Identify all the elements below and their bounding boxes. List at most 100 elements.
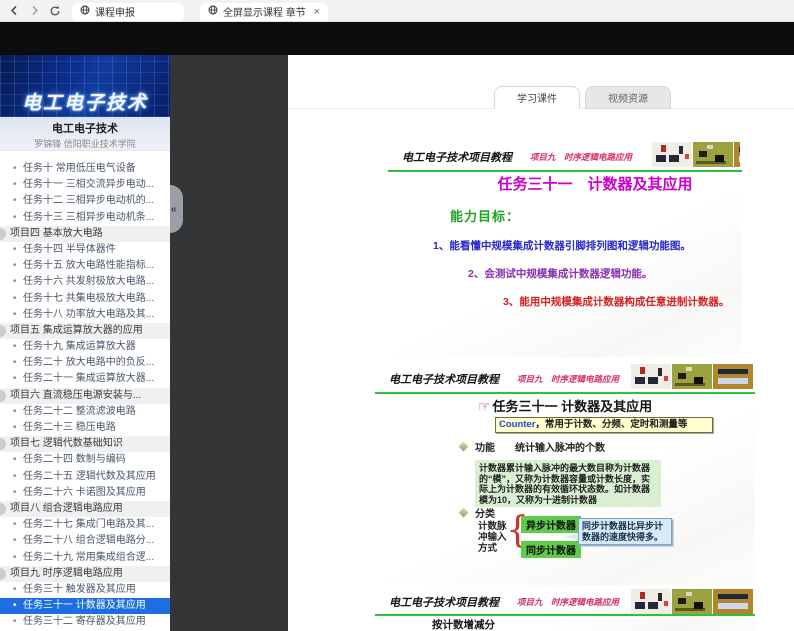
slide-header: 电工电子技术项目教程 项目九 时序逻辑电路应用 bbox=[375, 588, 755, 614]
course-title: 电工电子技术 bbox=[0, 117, 170, 136]
browser-nav-buttons bbox=[0, 5, 70, 17]
modulus-note-box: 计数器累计输入脉冲的最大数目称为计数器的“模”，又称为计数器容量或计数长度，实际… bbox=[475, 460, 661, 507]
slide-3: 电工电子技术项目教程 项目九 时序逻辑电路应用 按计数增减分 bbox=[375, 588, 755, 631]
circuit-diagram-photo bbox=[652, 142, 692, 167]
slide-title-text: 任务三十一 计数器及其应用 bbox=[492, 399, 652, 414]
sidebar-item[interactable]: 任务三十 触发器及其应用 bbox=[0, 582, 170, 598]
sidebar-item[interactable]: 任务十六 共发射极放大电路... bbox=[0, 274, 170, 290]
slide-1: 电工电子技术项目教程 项目九 时序逻辑电路应用 任务三十一 计数器及其应用 能力… bbox=[388, 140, 742, 357]
slide-brand: 电工电子技术项目教程 bbox=[389, 371, 499, 387]
tab-courseware[interactable]: 学习课件 bbox=[494, 86, 580, 109]
slide-title: ☞任务三十一 计数器及其应用 bbox=[375, 396, 755, 415]
sidebar-item[interactable]: 任务二十 放大电路中的负反... bbox=[0, 355, 170, 371]
sidebar-section[interactable]: 项目八 组合逻辑电路应用 bbox=[0, 501, 170, 517]
callout-tail bbox=[565, 533, 579, 540]
sidebar-item[interactable]: 任务二十九 常用集成组合逻... bbox=[0, 550, 170, 566]
reload-icon[interactable] bbox=[49, 5, 61, 17]
diamond-bullet-icon bbox=[459, 442, 469, 452]
slide-title: 任务三十一 计数器及其应用 bbox=[388, 173, 742, 194]
tab-video-resources[interactable]: 视频资源 bbox=[585, 86, 671, 109]
pointer-hand-icon: ☞ bbox=[478, 398, 491, 414]
sidebar-item[interactable]: 任务二十一 集成运算放大器... bbox=[0, 371, 170, 387]
slide-note: 按计数增减分 bbox=[432, 617, 495, 631]
sidebar-item[interactable]: 任务十八 功率放大电路及其... bbox=[0, 307, 170, 323]
sidebar-item[interactable]: 任务十 常用低压电气设备 bbox=[0, 161, 170, 177]
panel-photo bbox=[713, 589, 753, 614]
slide-unit: 项目九 时序逻辑电路应用 bbox=[517, 373, 619, 385]
sidebar-item[interactable]: 任务二十四 数制与编码 bbox=[0, 452, 170, 468]
top-black-strip bbox=[0, 22, 794, 55]
forward-icon[interactable] bbox=[29, 5, 40, 16]
course-info-block: 电工电子技术 罗锦锋 信阳职业技术学院 bbox=[0, 117, 170, 151]
close-icon[interactable]: × bbox=[314, 6, 320, 18]
slide-unit: 项目九 时序逻辑电路应用 bbox=[530, 151, 632, 163]
sidebar-item-active[interactable]: 任务三十一 计数器及其应用 bbox=[0, 598, 170, 614]
counter-type-async: 异步计数器 bbox=[521, 516, 581, 533]
sidebar-item[interactable]: 任务十九 集成运算放大器 bbox=[0, 339, 170, 355]
counter-rest: ，常用于计数、分频、定时和测量等 bbox=[535, 419, 687, 430]
slide-photos bbox=[652, 142, 740, 167]
classification-label: 分类 bbox=[475, 505, 495, 520]
slide-photos bbox=[631, 589, 753, 614]
brace-label: 计数脉冲输入方式 bbox=[478, 521, 509, 554]
goal-item: 2、会测试中规模集成计数器逻辑功能。 bbox=[468, 266, 652, 281]
counter-type-sync: 同步计数器 bbox=[521, 541, 581, 558]
sidebar-item[interactable]: 任务十四 半导体器件 bbox=[0, 242, 170, 258]
pcb-photo bbox=[672, 589, 712, 614]
banner-title: 电工电子技术 bbox=[0, 88, 170, 115]
slide-header: 电工电子技术项目教程 项目九 时序逻辑电路应用 bbox=[388, 140, 742, 170]
browser-tab-fullscreen-course[interactable]: 全屏显示课程 章节 × bbox=[200, 3, 328, 21]
green-rule bbox=[375, 614, 755, 616]
slide-2: 电工电子技术项目教程 项目九 时序逻辑电路应用 ☞任务三十一 计数器及其应用 C… bbox=[375, 362, 755, 585]
callout-box: 同步计数器比异步计数器的速度快得多。 bbox=[578, 518, 672, 545]
course-sidebar: 电工电子技术 电工电子技术 罗锦锋 信阳职业技术学院 任务十 常用低压电气设备 … bbox=[0, 55, 170, 631]
slide-header: 电工电子技术项目教程 项目九 时序逻辑电路应用 bbox=[375, 362, 755, 392]
sidebar-section[interactable]: 项目七 逻辑代数基础知识 bbox=[0, 436, 170, 452]
content-tabs: 学习课件 视频资源 bbox=[494, 86, 671, 109]
sidebar-section[interactable]: 项目四 基本放大电路 bbox=[0, 226, 170, 242]
browser-tab-bar: 课程申报 全屏显示课程 章节 × bbox=[0, 0, 794, 22]
sidebar-section[interactable]: 项目六 直流稳压电源安装与... bbox=[0, 388, 170, 404]
slide-brand: 电工电子技术项目教程 bbox=[402, 149, 512, 165]
pcb-photo bbox=[672, 364, 712, 389]
sidebar-item[interactable]: 任务二十七 集成门电路及其... bbox=[0, 517, 170, 533]
function-text: 统计输入脉冲的个数 bbox=[515, 439, 605, 454]
function-label: 功能 bbox=[475, 439, 495, 454]
course-banner: 电工电子技术 bbox=[0, 55, 170, 117]
circuit-diagram-photo bbox=[631, 364, 671, 389]
slide-photos bbox=[631, 364, 753, 389]
sidebar-item[interactable]: 任务十五 放大电路性能指标... bbox=[0, 258, 170, 274]
sidebar-collapse-button[interactable]: « bbox=[170, 185, 183, 233]
counter-en: Counter bbox=[499, 419, 535, 430]
main-panel: 学习课件 视频资源 电工电子技术项目教程 项目九 时序逻辑电路应用 任务三十一 … bbox=[288, 55, 794, 631]
sidebar-item[interactable]: 任务十三 三相异步电动机条... bbox=[0, 210, 170, 226]
browser-tab-label: 课程申报 bbox=[95, 4, 135, 19]
sidebar-section[interactable]: 项目五 集成运算放大器的应用 bbox=[0, 323, 170, 339]
slide-unit: 项目九 时序逻辑电路应用 bbox=[517, 596, 619, 608]
classification-row: 分类 bbox=[460, 505, 495, 520]
green-rule bbox=[375, 392, 755, 394]
sidebar-item[interactable]: 任务二十八 组合逻辑电路分... bbox=[0, 533, 170, 549]
counter-note-box: Counter，常用于计数、分频、定时和测量等 bbox=[495, 417, 713, 433]
browser-tab-course-declare[interactable]: 课程申报 bbox=[72, 3, 184, 21]
green-rule bbox=[388, 170, 742, 172]
sidebar-item[interactable]: 任务十二 三相异步电动机的... bbox=[0, 193, 170, 209]
panel-photo bbox=[734, 142, 740, 167]
panel-photo bbox=[713, 364, 753, 389]
sidebar-item[interactable]: 任务三十二 寄存器及其应用 bbox=[0, 614, 170, 630]
globe-icon bbox=[208, 5, 218, 18]
globe-icon bbox=[80, 5, 90, 18]
sidebar-item[interactable]: 任务二十三 稳压电路 bbox=[0, 420, 170, 436]
sidebar-item[interactable]: 任务二十六 卡诺图及其应用 bbox=[0, 485, 170, 501]
sidebar-item[interactable]: 任务十一 三相交流异步电动... bbox=[0, 177, 170, 193]
sidebar-item[interactable]: 任务二十二 整流滤波电路 bbox=[0, 404, 170, 420]
sidebar-section[interactable]: 项目九 时序逻辑电路应用 bbox=[0, 566, 170, 582]
sidebar-item[interactable]: 任务十七 共集电极放大电路... bbox=[0, 291, 170, 307]
sidebar-item[interactable]: 任务二十五 逻辑代数及其应用 bbox=[0, 469, 170, 485]
course-author: 罗锦锋 信阳职业技术学院 bbox=[0, 137, 170, 150]
goal-item: 1、能看懂中规模集成计数器引脚排列图和逻辑功能图。 bbox=[433, 238, 691, 253]
diamond-bullet-icon bbox=[459, 508, 469, 518]
back-icon[interactable] bbox=[9, 5, 20, 16]
circuit-diagram-photo bbox=[631, 589, 671, 614]
function-row: 功能 统计输入脉冲的个数 bbox=[460, 439, 605, 454]
